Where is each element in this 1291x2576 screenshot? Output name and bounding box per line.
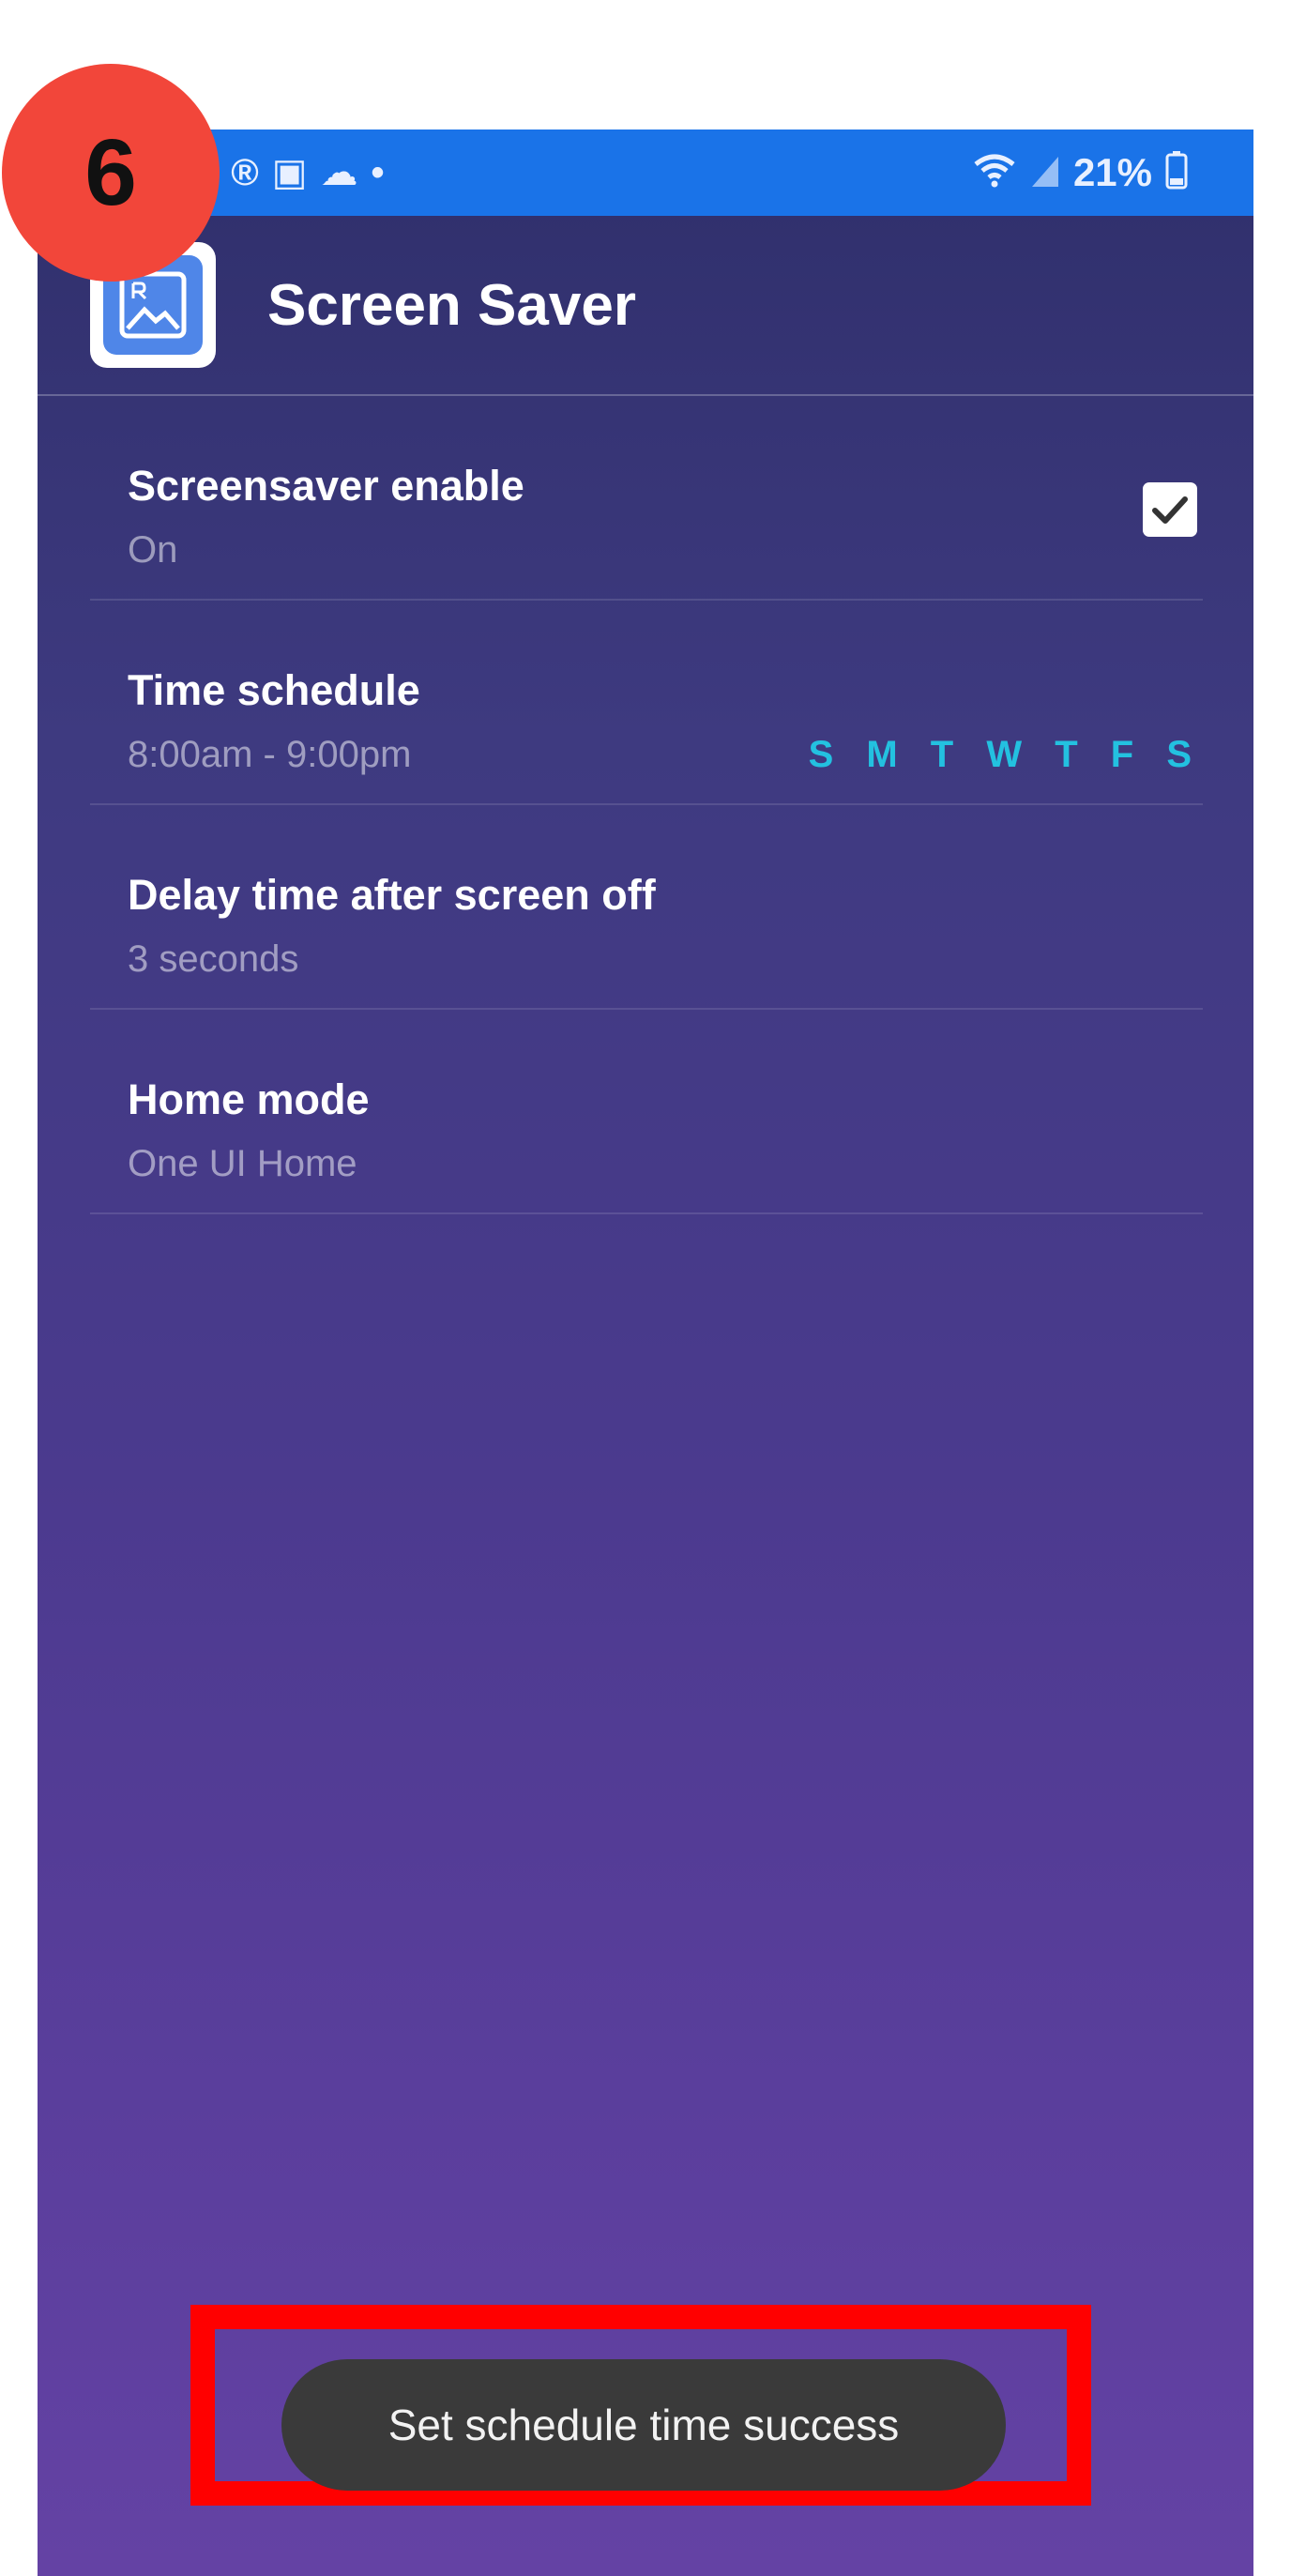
setting-title: Screensaver enable <box>128 462 524 510</box>
cloud-icon: ☁ <box>320 152 358 193</box>
battery-percentage: 21% <box>1072 150 1152 194</box>
screenshot-canvas: 4 ® ▣ ☁ • <box>0 0 1291 2576</box>
wifi-icon <box>972 151 1017 195</box>
settings-list: Screensaver enable On Time schedule 8:00… <box>90 396 1203 1214</box>
dot-icon: • <box>371 152 385 193</box>
status-bar-left: 4 ® ▣ ☁ • <box>197 130 385 216</box>
schedule-days: S M T W T F S <box>808 734 1203 775</box>
phone-screen: 4 ® ▣ ☁ • <box>38 130 1253 2576</box>
setting-summary: On <box>128 529 178 571</box>
screensaver-enable-checkbox[interactable] <box>1143 482 1197 537</box>
setting-title: Delay time after screen off <box>128 871 656 919</box>
status-bar: 4 ® ▣ ☁ • <box>38 130 1253 216</box>
setting-summary: 8:00am - 9:00pm <box>128 734 412 775</box>
setting-screensaver-enable[interactable]: Screensaver enable On <box>90 396 1203 601</box>
app-bar: Screen Saver <box>38 216 1253 396</box>
image-icon: ▣ <box>271 152 308 193</box>
setting-home-mode[interactable]: Home mode One UI Home <box>90 1010 1203 1214</box>
step-number-badge: 6 <box>2 64 220 282</box>
app-title: Screen Saver <box>267 272 636 338</box>
battery-icon <box>1165 150 1188 196</box>
check-icon <box>1152 496 1188 524</box>
setting-title: Time schedule <box>128 666 420 714</box>
setting-delay-time[interactable]: Delay time after screen off 3 seconds <box>90 805 1203 1010</box>
toast-message: Set schedule time success <box>281 2359 1006 2491</box>
setting-summary: One UI Home <box>128 1143 357 1184</box>
setting-time-schedule[interactable]: Time schedule 8:00am - 9:00pm S M T W T … <box>90 601 1203 805</box>
setting-title: Home mode <box>128 1075 370 1123</box>
status-bar-right: 21% <box>972 130 1188 216</box>
signal-icon <box>1030 151 1060 195</box>
setting-summary: 3 seconds <box>128 938 299 980</box>
registered-icon: ® <box>231 152 259 193</box>
